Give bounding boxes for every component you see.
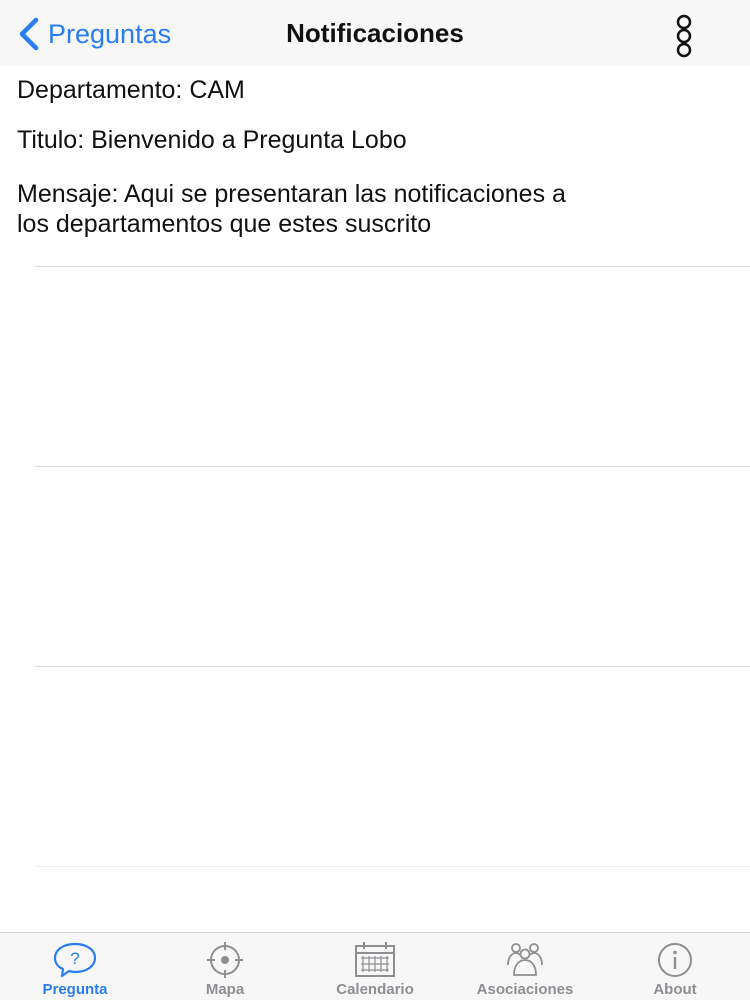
row-separator	[35, 266, 750, 267]
notification-message-line-1: Mensaje: Aqui se presentaran las notific…	[17, 180, 566, 208]
svg-text:?: ?	[70, 949, 79, 968]
chevron-left-icon	[19, 17, 39, 51]
notification-detail: Departamento: CAM Titulo: Bienvenido a P…	[17, 72, 732, 239]
row-separator	[35, 866, 750, 867]
tab-about[interactable]: About	[600, 933, 750, 1000]
tab-pregunta[interactable]: ? Pregunta	[0, 933, 150, 1000]
row-separator	[35, 666, 750, 667]
tab-label: Pregunta	[42, 981, 108, 998]
row-separator	[35, 466, 750, 467]
tab-label: About	[653, 981, 697, 998]
tab-mapa[interactable]: Mapa	[150, 933, 300, 1000]
notifications-screen: Preguntas Notificaciones Departamento: C…	[0, 0, 750, 1000]
back-button[interactable]: Preguntas	[18, 14, 171, 54]
group-icon	[507, 943, 543, 976]
tab-asociaciones[interactable]: Asociaciones	[450, 933, 600, 1000]
notification-title: Titulo: Bienvenido a Pregunta Lobo	[17, 126, 407, 154]
more-vertical-icon	[676, 14, 692, 58]
tab-bar: ? Pregunta Mapa Calendario Asociaciones …	[0, 932, 750, 1000]
notification-message-line-2: los departamentos que estes suscrito	[17, 210, 432, 238]
tab-label: Asociaciones	[476, 981, 574, 998]
back-button-label: Preguntas	[48, 18, 172, 49]
navigation-bar: Preguntas Notificaciones	[0, 0, 750, 66]
calendar-icon	[355, 942, 395, 977]
tab-label: Calendario	[336, 981, 414, 998]
info-icon	[658, 943, 692, 977]
more-options-button[interactable]	[668, 12, 700, 60]
tab-label: Mapa	[205, 981, 245, 998]
crosshair-icon	[207, 942, 243, 978]
tab-calendario[interactable]: Calendario	[300, 933, 450, 1000]
question-bubble-icon: ?	[53, 942, 97, 978]
notification-department: Departamento: CAM	[17, 76, 245, 104]
